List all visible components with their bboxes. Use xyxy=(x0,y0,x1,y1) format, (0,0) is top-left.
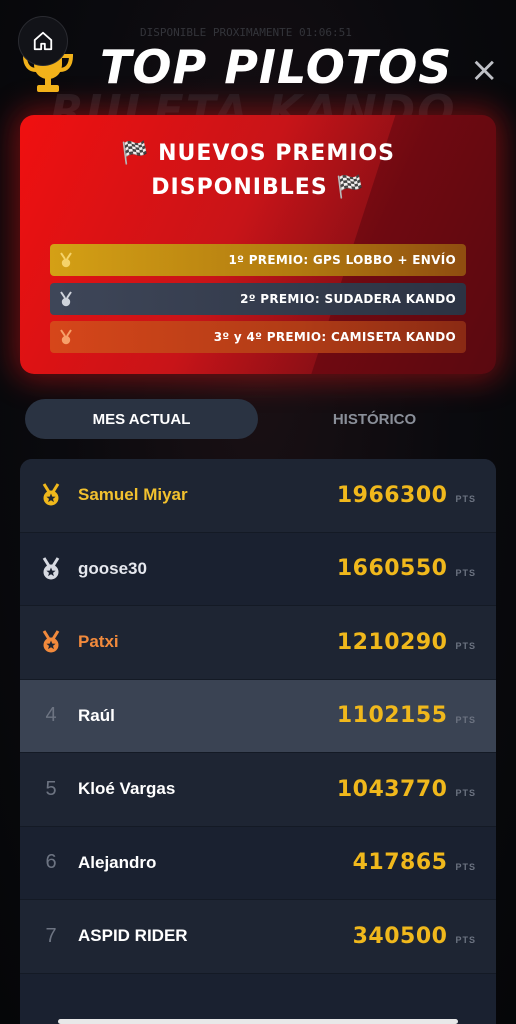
player-points: 1210290 xyxy=(336,629,448,655)
player-name: Patxi xyxy=(78,632,119,652)
pts-label: PTS xyxy=(455,935,476,946)
player-name: Alejandro xyxy=(78,852,157,872)
prize-row-1: 1º PREMIO: GPS LOBBO + ENVÍO xyxy=(50,244,466,276)
gold-medal-icon xyxy=(60,252,72,268)
rank-number: 6 xyxy=(45,851,57,874)
leaderboard-row[interactable]: 6 Alejandro 417865 PTS xyxy=(20,826,496,900)
leaderboard-row[interactable]: Patxi 1210290 PTS xyxy=(20,606,496,680)
pts-label: PTS xyxy=(455,714,476,725)
rank-number: 7 xyxy=(45,924,57,947)
promo-title-line2: DISPONIBLES 🏁 xyxy=(151,175,365,200)
pts-label: PTS xyxy=(455,494,476,505)
tab-mes-actual[interactable]: MES ACTUAL xyxy=(25,399,258,439)
player-name: Kloé Vargas xyxy=(78,779,176,799)
prize-row-3: 3º y 4º PREMIO: CAMISETA KANDO xyxy=(50,321,466,353)
player-points: 1660550 xyxy=(336,556,448,582)
leaderboard-row[interactable]: 5 Kloé Vargas 1043770 PTS xyxy=(20,753,496,827)
promo-title-line1: 🏁 NUEVOS PREMIOS xyxy=(121,141,395,166)
player-points: 417865 xyxy=(352,850,448,876)
player-name: ASPID RIDER xyxy=(78,926,188,946)
rank-number: 4 xyxy=(45,704,57,727)
countdown-text: DISPONIBLE PROXIMAMENTE 01:06:51 xyxy=(140,26,352,39)
home-button[interactable] xyxy=(18,16,68,66)
promo-title: 🏁 NUEVOS PREMIOS DISPONIBLES 🏁 xyxy=(20,137,496,205)
leaderboard-row[interactable]: goose30 1660550 PTS xyxy=(20,532,496,606)
close-button[interactable]: × xyxy=(470,53,499,87)
player-name: Raúl xyxy=(78,705,115,725)
silver-medal-icon xyxy=(60,291,72,307)
period-tabs: MES ACTUAL HISTÓRICO xyxy=(25,399,491,439)
player-name: goose30 xyxy=(78,558,147,578)
leaderboard-row-current-user[interactable]: 4 Raúl 1102155 PTS xyxy=(20,679,496,753)
home-icon xyxy=(33,31,53,51)
pts-label: PTS xyxy=(455,861,476,872)
player-points: 1043770 xyxy=(336,776,448,802)
pts-label: PTS xyxy=(455,567,476,578)
prize-row-2: 2º PREMIO: SUDADERA KANDO xyxy=(50,283,466,315)
prize-label: 1º PREMIO: GPS LOBBO + ENVÍO xyxy=(228,253,456,267)
leaderboard-row[interactable]: Samuel Miyar 1966300 PTS xyxy=(20,459,496,533)
page-title: TOP PILOTOS xyxy=(100,40,453,94)
leaderboard-row[interactable]: 7 ASPID RIDER 340500 PTS xyxy=(20,900,496,974)
pts-label: PTS xyxy=(455,788,476,799)
leaderboard-row-partial[interactable] xyxy=(20,973,496,1024)
player-name: Samuel Miyar xyxy=(78,485,188,505)
tab-historico[interactable]: HISTÓRICO xyxy=(258,399,491,439)
player-points: 340500 xyxy=(352,923,448,949)
player-points: 1966300 xyxy=(336,482,448,508)
gold-medal-icon xyxy=(38,482,64,508)
prize-label: 2º PREMIO: SUDADERA KANDO xyxy=(240,292,456,306)
prize-label: 3º y 4º PREMIO: CAMISETA KANDO xyxy=(213,330,456,344)
system-home-indicator[interactable] xyxy=(58,1019,458,1024)
rank-number: 5 xyxy=(45,777,57,800)
bronze-medal-icon xyxy=(60,329,72,345)
pts-label: PTS xyxy=(455,641,476,652)
bronze-medal-icon xyxy=(38,629,64,655)
leaderboard: Samuel Miyar 1966300 PTS goose30 1660550… xyxy=(20,459,496,1024)
promo-banner: 🏁 NUEVOS PREMIOS DISPONIBLES 🏁 1º PREMIO… xyxy=(20,115,496,374)
silver-medal-icon xyxy=(38,556,64,582)
player-points: 1102155 xyxy=(336,703,448,729)
